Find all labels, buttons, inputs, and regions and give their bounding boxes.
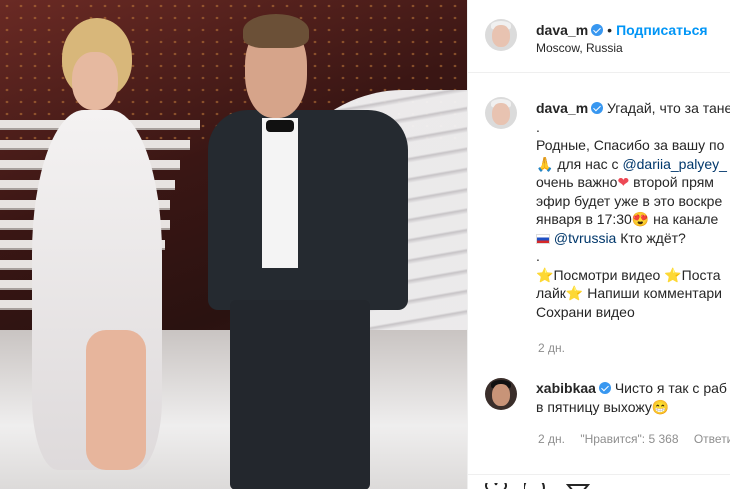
caption-text: Родные, Спасибо за вашу по bbox=[536, 137, 725, 153]
mention-link[interactable]: @tvrussia bbox=[554, 230, 616, 246]
caption-line-5: очень важно❤ второй прям bbox=[536, 173, 730, 192]
caption-line-8: @tvrussia Кто ждёт? bbox=[536, 229, 730, 248]
caption-text: Сохрани видео bbox=[536, 303, 635, 320]
dancer-man-shirt bbox=[262, 118, 298, 268]
dancer-man-suit bbox=[208, 110, 408, 310]
caption-text: эфир будет уже в это воскре bbox=[536, 192, 723, 209]
folded-hands-emoji-icon: 🙏 bbox=[536, 155, 554, 172]
russia-flag-emoji-icon bbox=[536, 233, 550, 244]
caption-text: для нас с bbox=[557, 155, 619, 172]
caption-text: очень важно bbox=[536, 174, 618, 190]
star-emoji-icon: ⭐ bbox=[536, 266, 554, 283]
comment-text: Чисто я так с раб bbox=[614, 380, 727, 396]
caption-text: Кто ждёт? bbox=[620, 229, 686, 246]
comment-likes[interactable]: "Нравится": 5 368 bbox=[580, 432, 678, 446]
author-username[interactable]: dava_m bbox=[536, 22, 588, 38]
mention-link[interactable]: @dariia_palyey_ bbox=[622, 156, 727, 172]
reply-button[interactable]: Ответи bbox=[694, 432, 730, 446]
dancer-man-bowtie bbox=[266, 120, 294, 132]
comment: xabibkaa Чисто я так с раб в пятницу вых… bbox=[536, 379, 727, 417]
red-heart-emoji-icon: ❤ bbox=[617, 174, 630, 190]
author-line: dava_m • Подписаться bbox=[536, 22, 708, 40]
action-bar bbox=[468, 474, 730, 489]
star-emoji-icon: ⭐ bbox=[664, 266, 682, 283]
commenter-avatar[interactable] bbox=[485, 378, 517, 410]
commenter-username[interactable]: xabibkaa bbox=[536, 380, 596, 396]
caption-text: . bbox=[536, 248, 540, 264]
comment-timestamp[interactable]: 2 дн. bbox=[538, 432, 565, 446]
separator-dot: • bbox=[607, 22, 613, 38]
caption-text: Напиши комментари bbox=[587, 285, 722, 301]
caption-text: Посмотри видео bbox=[553, 266, 661, 283]
caption-timestamp[interactable]: 2 дн. bbox=[538, 341, 565, 355]
dancer-woman-face bbox=[72, 52, 118, 110]
caption-line-1: dava_m Угадай, что за тане bbox=[536, 99, 730, 118]
star-emoji-icon: ⭐ bbox=[565, 285, 584, 301]
caption-line-4: 🙏 для нас с @dariia_palyey_ bbox=[536, 155, 730, 174]
caption-line-7: января в 17:30😍 на канале bbox=[536, 210, 730, 229]
comment-meta: 2 дн. "Нравится": 5 368 Ответи bbox=[538, 432, 730, 446]
grinning-emoji-icon: 😁 bbox=[651, 399, 670, 415]
heart-eyes-emoji-icon: 😍 bbox=[631, 211, 650, 227]
caption-line-10: ⭐Посмотри видео ⭐Поста bbox=[536, 266, 730, 285]
dancer-man-pants bbox=[230, 300, 370, 489]
caption-text: на канале bbox=[653, 211, 719, 227]
dancer-man-hair bbox=[243, 14, 309, 48]
caption-author-avatar[interactable] bbox=[485, 97, 517, 129]
comment-icon[interactable] bbox=[524, 483, 548, 489]
dancer-woman-legs bbox=[86, 330, 146, 470]
post-header: dava_m • Подписаться Moscow, Russia bbox=[468, 0, 730, 73]
post-location[interactable]: Moscow, Russia bbox=[536, 41, 623, 55]
caption-text: второй прям bbox=[633, 174, 714, 190]
verified-badge-icon bbox=[591, 24, 604, 36]
caption-username[interactable]: dava_m bbox=[536, 100, 588, 116]
author-avatar[interactable] bbox=[485, 19, 517, 51]
caption-text: . bbox=[536, 118, 540, 135]
caption-text: Угадай, что за тане bbox=[607, 100, 730, 116]
caption-text: лайк bbox=[536, 285, 566, 301]
verified-badge-icon bbox=[591, 102, 604, 114]
caption-text: Поста bbox=[681, 266, 721, 283]
follow-button[interactable]: Подписаться bbox=[616, 22, 708, 38]
caption-line-11: лайк⭐ Напиши комментари bbox=[536, 284, 730, 303]
share-icon[interactable] bbox=[566, 483, 590, 489]
caption-text: января в 17:30 bbox=[536, 211, 632, 227]
post-panel: dava_m • Подписаться Moscow, Russia dava_m… bbox=[467, 0, 730, 489]
verified-badge-icon bbox=[598, 382, 611, 394]
post-media[interactable] bbox=[0, 0, 467, 489]
post-caption: dava_m Угадай, что за тане . Родные, Спа… bbox=[536, 99, 730, 321]
comment-text: в пятницу выхожу bbox=[536, 399, 652, 415]
like-heart-icon[interactable] bbox=[484, 483, 508, 489]
